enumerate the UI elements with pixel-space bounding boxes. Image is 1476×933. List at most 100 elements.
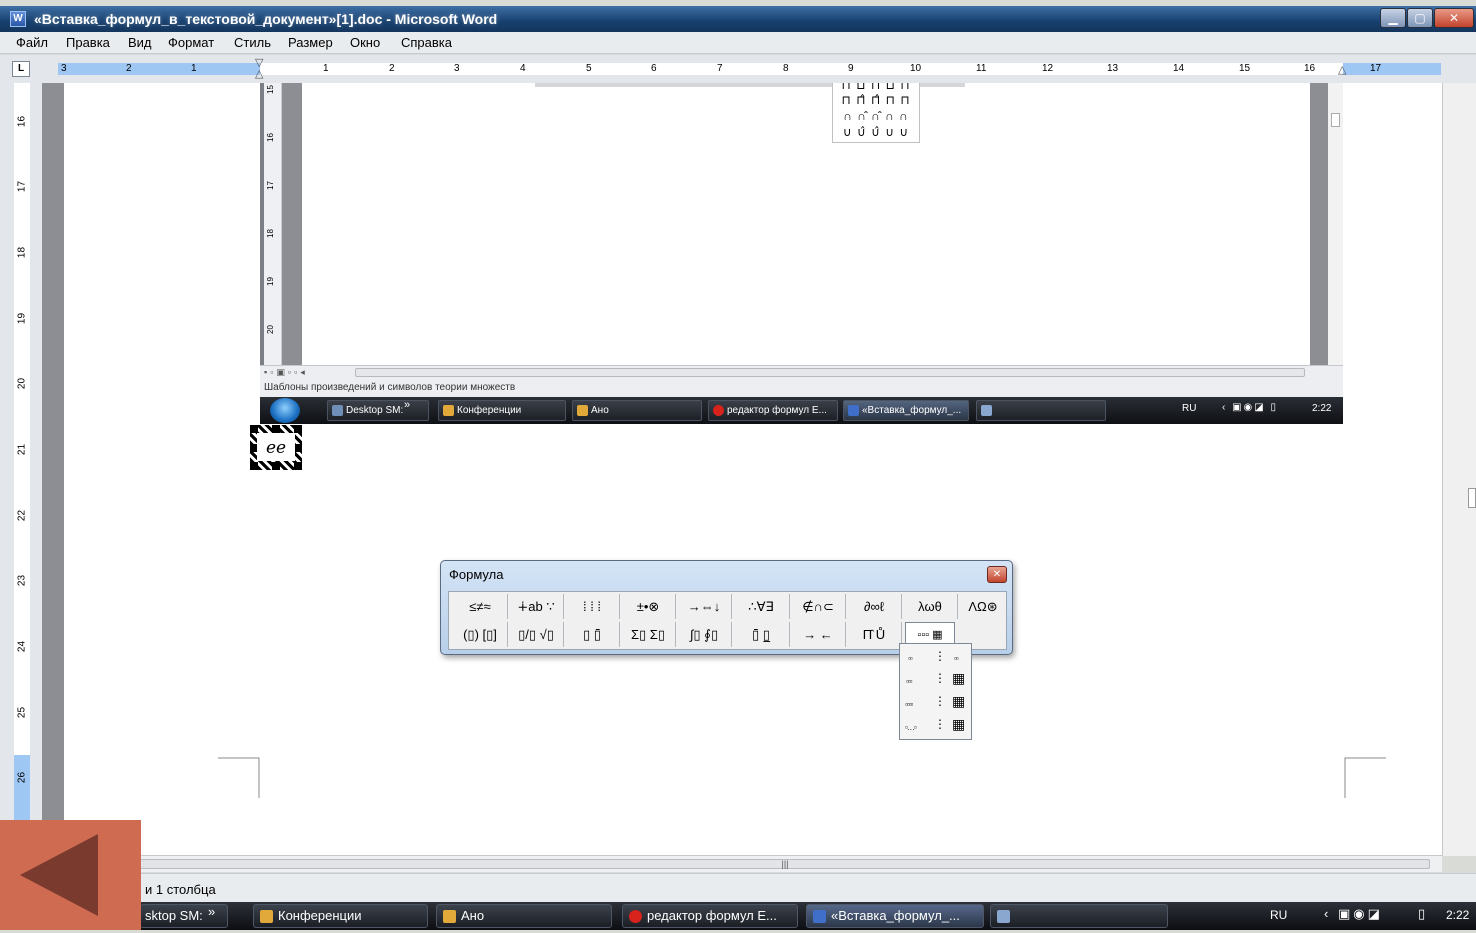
task-word[interactable]: «Вставка_формул_... (806, 904, 984, 928)
formula-close-button[interactable]: ✕ (987, 566, 1007, 583)
vertical-scrollbar[interactable] (1442, 83, 1476, 856)
task-label: Конференции (278, 908, 362, 923)
arrows-palette-button[interactable]: →⇔↓ (679, 594, 729, 619)
menu-style[interactable]: Стиль (234, 35, 271, 50)
fences-palette-button[interactable]: (▯) [▯] (455, 622, 505, 647)
matrix-template[interactable]: ⋮ (934, 718, 946, 730)
embedded-task-equation (976, 400, 1106, 421)
word-icon[interactable]: W (10, 11, 26, 27)
menu-help[interactable]: Справка (401, 35, 452, 50)
task-ano[interactable]: Ано (436, 904, 612, 928)
matrix-template[interactable]: ▫▫ (954, 655, 959, 663)
menu-format[interactable]: Формат (168, 35, 214, 50)
ruler-number: 19 (265, 277, 275, 286)
underbar-overbar-palette-button[interactable]: ▯̄ ▯̲ (735, 622, 787, 647)
embellishments-palette-button[interactable]: ⁞ ⁞ ⁞ (567, 594, 617, 619)
minimize-button[interactable]: ▁ (1380, 8, 1406, 28)
resize-handle[interactable] (294, 444, 302, 452)
embedded-page-background (282, 83, 302, 365)
tab-selector[interactable]: L (12, 61, 30, 77)
ruler-number: 7 (717, 63, 723, 74)
task-opera[interactable]: редактор формул E... (622, 904, 798, 928)
ruler-number: 24 (16, 640, 28, 653)
menu-size[interactable]: Размер (288, 35, 333, 50)
logic-palette-button[interactable]: ∴∀∃ (735, 594, 787, 619)
matrix-template[interactable]: ▦ (952, 717, 965, 731)
right-indent-marker[interactable]: △ (1338, 63, 1346, 76)
separator (731, 622, 732, 647)
ruler-number: 5 (586, 63, 592, 74)
matrix-template[interactable]: ▦ (952, 694, 965, 708)
clock[interactable]: 2:22 (1446, 908, 1469, 922)
resize-handle[interactable] (294, 425, 302, 433)
menu-view[interactable]: Вид (128, 35, 152, 50)
word-icon (848, 405, 859, 416)
menu-window[interactable]: Окно (350, 35, 380, 50)
operators-palette-button[interactable]: ±•⊗ (623, 594, 673, 619)
equation-content[interactable]: ee (257, 433, 295, 461)
labeled-arrows-palette-button[interactable]: → ← (793, 622, 843, 647)
relations-palette-button[interactable]: ≤≠≈ (455, 594, 505, 619)
greek-upper-palette-button[interactable]: ΛΩ⊛ (959, 594, 1007, 619)
products-set-palette-button[interactable]: Π̂ Ů (849, 622, 899, 647)
tray-icons[interactable]: ‹ ▣◉◪ (1324, 906, 1404, 926)
matrix-template[interactable]: ▫▫▫ (906, 678, 912, 686)
task-conferences[interactable]: Конференции (253, 904, 428, 928)
spaces-palette-button[interactable]: ∔ab ∵ (511, 594, 561, 619)
ruler-number: 8 (783, 63, 789, 74)
summation-palette-button[interactable]: Σ▯ Σ▯ (623, 622, 673, 647)
scrollbar-thumb[interactable] (1468, 488, 1476, 508)
embedded-task-opera: редактор формул E... (708, 400, 838, 421)
separator (675, 622, 676, 647)
integrals-palette-button[interactable]: ∫▯ ∮▯ (679, 622, 729, 647)
embedded-clock: 2:22 (1312, 403, 1332, 414)
task-label: Ано (591, 405, 609, 416)
triangle-left-icon (20, 834, 98, 916)
formula-toolbar-window[interactable]: Формула ✕ ≤≠≈ ∔ab ∵ ⁞ ⁞ ⁞ ±•⊗ →⇔↓ ∴∀∃ ∉∩… (440, 560, 1013, 655)
matrix-template[interactable]: ⋮ (934, 695, 946, 707)
resize-handle[interactable] (272, 462, 280, 470)
equation-editor-icon (981, 405, 992, 416)
misc-symbols-palette-button[interactable]: ∂∞ℓ (849, 594, 899, 619)
back-button[interactable] (0, 820, 141, 930)
greek-lower-palette-button[interactable]: λωθ (905, 594, 955, 619)
folder-icon (443, 910, 456, 923)
horizontal-ruler[interactable]: L 3 2 1 ▽ △ 1 2 3 4 5 6 7 8 9 10 11 12 13… (0, 55, 1476, 83)
equation-object[interactable]: ee (250, 425, 302, 470)
close-button[interactable]: ✕ (1434, 8, 1474, 28)
opera-icon (629, 910, 642, 923)
horizontal-scrollbar[interactable]: ||| (130, 855, 1442, 872)
fractions-radicals-palette-button[interactable]: ▯/▯ √▯ (511, 622, 561, 647)
indent-marker[interactable]: ▽ △ (255, 58, 265, 80)
matrix-template[interactable]: ▫…▫ (905, 724, 917, 732)
matrix-template[interactable]: ▦ (952, 671, 965, 685)
language-indicator[interactable]: RU (1270, 908, 1287, 922)
tray-phone-icon[interactable]: ▯ (1418, 906, 1425, 922)
horizontal-scrollbar-thumb[interactable]: ||| (140, 859, 1430, 869)
ruler-number: 2 (389, 63, 395, 74)
resize-handle[interactable] (294, 462, 302, 470)
resize-handle[interactable] (272, 425, 280, 433)
matrix-template[interactable]: ⋮ (934, 672, 946, 684)
matrix-template[interactable]: ▫▫▫▫ (905, 701, 913, 709)
separator (789, 622, 790, 647)
matrix-templates-palette[interactable]: ▫▫ ⋮ ▫▫ ▫▫▫ ⋮ ▦ ▫▫▫▫ ⋮ ▦ ▫…▫ ⋮ ▦ (899, 643, 972, 740)
menu-edit[interactable]: Правка (66, 35, 110, 50)
maximize-button[interactable]: ▢ (1407, 8, 1433, 28)
ruler-number: 26 (16, 771, 28, 784)
vertical-ruler[interactable]: 16 17 18 19 20 21 22 23 24 25 26 (0, 83, 42, 873)
title-bar[interactable]: W «Вставка_формул_в_текстовой_документ»[… (0, 6, 1476, 32)
task-label: sktop SM: (145, 908, 203, 923)
ruler-number: 16 (16, 115, 28, 128)
menu-file[interactable]: Файл (16, 35, 48, 50)
set-theory-palette-button[interactable]: ∉∩⊂ (793, 594, 843, 619)
resize-handle[interactable] (250, 462, 258, 470)
resize-handle[interactable] (250, 425, 258, 433)
task-equation-editor[interactable] (990, 904, 1168, 928)
taskbar-overflow[interactable]: » (208, 904, 215, 919)
separator (845, 622, 846, 647)
subscripts-palette-button[interactable]: ▯ ▯̄ (567, 622, 617, 647)
matrix-template[interactable]: ▫▫ (908, 655, 913, 663)
matrix-template[interactable]: ⋮ (934, 650, 946, 662)
ruler-number: 18 (16, 246, 28, 259)
